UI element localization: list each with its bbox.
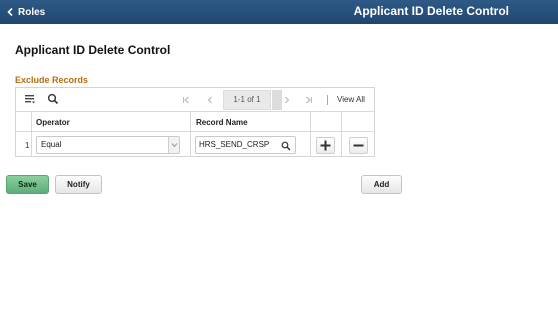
record-name-input[interactable]: HRS_SEND_CRSP xyxy=(195,136,296,154)
next-page-icon[interactable] xyxy=(283,96,291,104)
operator-select[interactable]: Equal xyxy=(36,136,180,154)
dropdown-arrow-icon xyxy=(168,137,179,153)
chevron-left-icon xyxy=(7,8,13,16)
pager-divider xyxy=(272,90,282,110)
toolbar-divider xyxy=(327,95,328,105)
record-name-value: HRS_SEND_CRSP xyxy=(199,140,270,149)
notify-button[interactable]: Notify xyxy=(55,175,102,194)
add-row-button[interactable] xyxy=(316,137,335,154)
last-page-icon[interactable] xyxy=(305,96,313,104)
column-divider xyxy=(341,112,342,157)
column-header-record-name: Record Name xyxy=(196,118,248,127)
column-header-operator: Operator xyxy=(36,118,70,127)
column-divider xyxy=(31,112,32,157)
row-number: 1 xyxy=(25,141,30,150)
column-divider xyxy=(190,112,191,157)
delete-row-button[interactable] xyxy=(349,137,368,154)
add-button[interactable]: Add xyxy=(361,175,402,194)
lookup-search-icon[interactable] xyxy=(281,141,291,151)
back-button-label: Roles xyxy=(18,6,46,18)
grid-personalize-icon[interactable] xyxy=(24,93,36,105)
column-divider xyxy=(310,112,311,157)
exclude-records-grid: 1-1 of 1 View All Operator Record Name 1… xyxy=(15,87,375,157)
first-page-icon[interactable] xyxy=(182,96,190,104)
header-bar: Roles Applicant ID Delete Control xyxy=(0,0,558,24)
save-button[interactable]: Save xyxy=(6,175,49,194)
back-button[interactable]: Roles xyxy=(7,4,45,20)
minus-icon xyxy=(353,144,364,147)
find-icon[interactable] xyxy=(47,93,59,105)
view-all-link[interactable]: View All xyxy=(337,95,365,104)
header-title: Applicant ID Delete Control xyxy=(353,4,509,18)
section-title: Exclude Records xyxy=(15,75,89,85)
plus-icon xyxy=(320,140,331,151)
previous-page-icon[interactable] xyxy=(206,96,214,104)
grid-header-row: Operator Record Name xyxy=(16,112,374,132)
grid-toolbar: 1-1 of 1 View All xyxy=(16,88,374,112)
page-title: Applicant ID Delete Control xyxy=(15,43,171,57)
operator-value: Equal xyxy=(41,140,62,149)
pager-count: 1-1 of 1 xyxy=(223,90,271,110)
